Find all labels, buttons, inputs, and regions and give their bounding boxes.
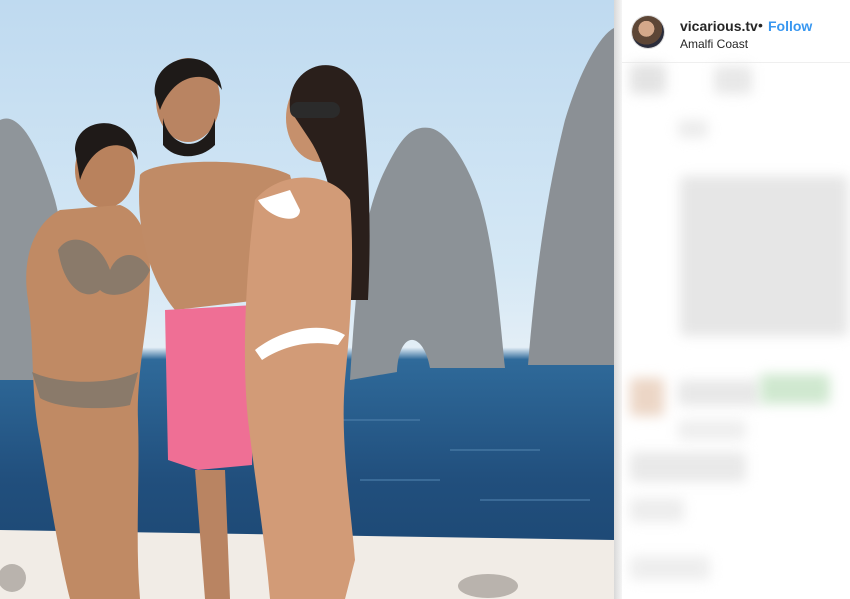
blurred-avatar-2 [630, 378, 664, 416]
blurred-text-3 [678, 380, 760, 406]
blurred-text-7 [630, 498, 684, 522]
arch-rock [350, 127, 505, 380]
blurred-text-5 [678, 420, 746, 440]
person-right [244, 65, 370, 599]
follow-button[interactable]: Follow [768, 18, 812, 34]
panel-divider [614, 0, 622, 599]
post-sidebar: vicarious.tv • Follow Amalfi Coast [622, 0, 850, 599]
right-rock [528, 28, 614, 365]
blurred-text-2 [678, 120, 708, 138]
blurred-avatar-1 [630, 64, 666, 94]
location-link[interactable]: Amalfi Coast [680, 37, 748, 51]
vent-right [458, 574, 518, 598]
post-header: vicarious.tv • Follow Amalfi Coast [622, 0, 850, 63]
blurred-caption [680, 176, 848, 336]
blurred-text-1 [714, 66, 752, 94]
username-link[interactable]: vicarious.tv [680, 18, 758, 34]
post-photo[interactable] [0, 0, 614, 599]
blurred-text-6 [630, 452, 746, 482]
avatar-icon[interactable] [632, 16, 664, 48]
photo-illustration [0, 28, 614, 599]
blurred-text-4 [760, 374, 830, 404]
separator-dot: • [758, 17, 763, 33]
blurred-text-8 [630, 556, 710, 580]
